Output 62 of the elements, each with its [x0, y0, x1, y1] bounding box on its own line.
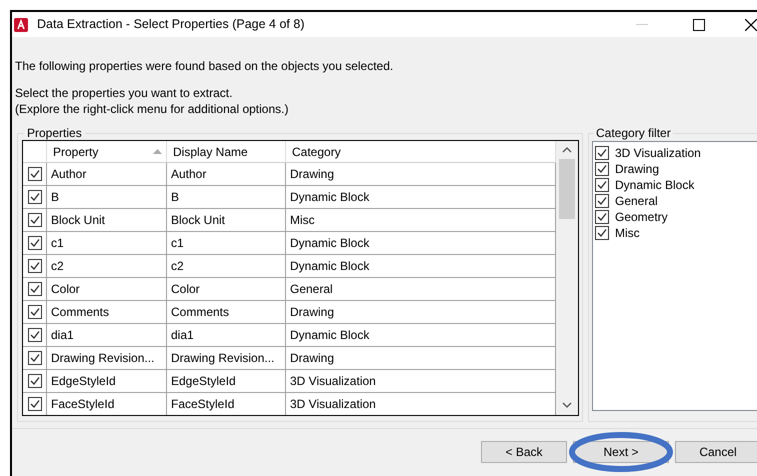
table-cell: B — [167, 186, 286, 208]
table-cell: c2 — [167, 255, 286, 277]
table-cell: FaceStyleId — [47, 393, 167, 415]
scroll-thumb[interactable] — [559, 159, 575, 219]
column-header[interactable]: Category — [292, 142, 551, 160]
maximize-icon[interactable] — [693, 18, 705, 30]
table-cell: Color — [167, 278, 286, 300]
scroll-up-icon[interactable] — [562, 147, 572, 153]
dialog-button[interactable]: Cancel — [675, 441, 757, 463]
checkbox[interactable] — [28, 351, 42, 365]
checkbox[interactable] — [28, 328, 42, 342]
checkbox[interactable] — [28, 167, 42, 181]
checkbox[interactable] — [28, 305, 42, 319]
checkbox[interactable] — [28, 236, 42, 250]
checkbox[interactable] — [595, 226, 609, 240]
intro-text: The following properties were found based on the objects you selected. — [15, 59, 394, 73]
checkbox[interactable] — [595, 210, 609, 224]
column-header[interactable]: Property — [53, 142, 153, 160]
close-icon[interactable] — [745, 18, 757, 30]
table-cell: EdgeStyleId — [167, 370, 286, 392]
window-title: Data Extraction - Select Properties (Page 4 of 8) — [37, 16, 304, 34]
table-cell: B — [47, 186, 167, 208]
table-cell: Block Unit — [47, 209, 167, 231]
category-item[interactable]: Geometry — [615, 210, 668, 224]
table-cell: EdgeStyleId — [47, 370, 167, 392]
column-header[interactable]: Display Name — [173, 142, 281, 160]
checkbox[interactable] — [28, 259, 42, 273]
instruction-text: (Explore the right-click menu for additional options.) — [15, 101, 290, 117]
table-cell: Comments — [167, 301, 286, 323]
group-title: Properties — [24, 126, 85, 140]
group-title: Category filter — [594, 126, 673, 140]
table-cell: FaceStyleId — [167, 393, 286, 415]
table-cell: c1 — [167, 232, 286, 254]
checkbox[interactable] — [28, 374, 42, 388]
category-item[interactable]: Misc — [615, 226, 640, 240]
checkbox[interactable] — [595, 162, 609, 176]
category-item[interactable]: Dynamic Block — [615, 178, 694, 192]
scroll-down-icon[interactable] — [562, 402, 572, 408]
table-cell: Drawing Revision... — [167, 347, 286, 369]
table-cell: Author — [47, 163, 167, 185]
table-cell: Block Unit — [167, 209, 286, 231]
category-item[interactable]: General — [615, 194, 658, 208]
table-cell: c1 — [47, 232, 167, 254]
table-cell: c2 — [47, 255, 167, 277]
table-cell: dia1 — [47, 324, 167, 346]
checkbox[interactable] — [28, 190, 42, 204]
instruction-text: Select the properties you want to extract. — [15, 85, 234, 101]
category-item[interactable]: 3D Visualization — [615, 146, 701, 160]
dialog-button[interactable]: < Back — [481, 441, 567, 463]
table-cell: Color — [47, 278, 167, 300]
checkbox[interactable] — [28, 213, 42, 227]
table-cell: dia1 — [167, 324, 286, 346]
checkbox[interactable] — [595, 178, 609, 192]
checkbox[interactable] — [595, 146, 609, 160]
table-cell: Comments — [47, 301, 167, 323]
table-cell: Author — [167, 163, 286, 185]
table-cell: Drawing Revision... — [47, 347, 167, 369]
category-item[interactable]: Drawing — [615, 162, 660, 176]
checkbox[interactable] — [28, 397, 42, 411]
checkbox[interactable] — [28, 282, 42, 296]
checkbox[interactable] — [595, 194, 609, 208]
scrollbar[interactable] — [556, 141, 578, 415]
